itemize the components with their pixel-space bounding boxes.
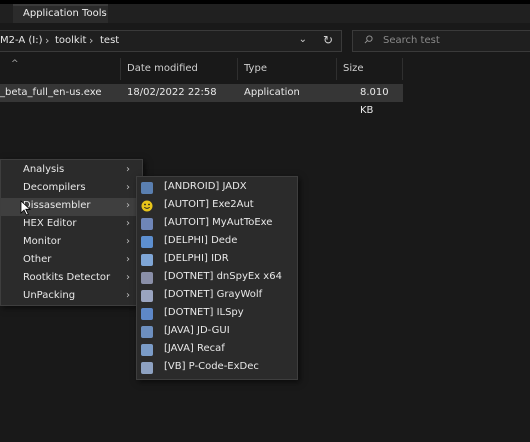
submenu-arrow-icon: › bbox=[126, 254, 130, 265]
file-date: 18/02/2022 22:58 bbox=[127, 87, 217, 98]
mouse-cursor-icon bbox=[20, 200, 32, 216]
menu-item-label: Other bbox=[23, 254, 52, 265]
submenu-item-label: [DELPHI] Dede bbox=[164, 235, 238, 246]
menu-item-decompilers[interactable]: Decompilers › bbox=[1, 180, 142, 198]
menu-item-label: UnPacking bbox=[23, 290, 76, 301]
submenu-item-ilspy[interactable]: [DOTNET] ILSpy bbox=[137, 305, 297, 323]
column-name[interactable]: ^ bbox=[0, 58, 121, 80]
ribbon-bar: Application Tools bbox=[0, 4, 530, 23]
idr-icon bbox=[141, 254, 153, 266]
submenu-item-pcode-exdec[interactable]: [VB] P-Code-ExDec bbox=[137, 359, 297, 377]
submenu-item-label: [JAVA] JD-GUI bbox=[164, 325, 230, 336]
submenu-arrow-icon: › bbox=[126, 290, 130, 301]
submenu-item-label: [VB] P-Code-ExDec bbox=[164, 361, 259, 372]
column-type[interactable]: Type bbox=[238, 58, 337, 80]
menu-item-label: Analysis bbox=[23, 164, 65, 175]
submenu-item-label: [DOTNET] dnSpyEx x64 bbox=[164, 271, 282, 282]
dnspy-icon bbox=[141, 272, 153, 284]
jdgui-icon bbox=[141, 326, 153, 338]
context-menu: Analysis › Decompilers › Dissasembler › … bbox=[0, 159, 143, 306]
menu-item-rootkits-detector[interactable]: Rootkits Detector › bbox=[1, 270, 142, 288]
address-dropdown-icon[interactable]: ⌄ bbox=[299, 34, 307, 45]
search-box[interactable]: Search test bbox=[352, 30, 530, 52]
menu-item-monitor[interactable]: Monitor › bbox=[1, 234, 142, 252]
file-type: Application bbox=[244, 87, 300, 98]
submenu-item-label: [AUTOIT] MyAutToExe bbox=[164, 217, 273, 228]
file-name: _beta_full_en-us.exe bbox=[0, 87, 102, 98]
breadcrumb-separator[interactable]: › bbox=[45, 34, 49, 47]
submenu-item-jadx[interactable]: [ANDROID] JADX bbox=[137, 179, 297, 197]
menu-item-label: Decompilers bbox=[23, 182, 86, 193]
submenu-arrow-icon: › bbox=[126, 272, 130, 283]
recaf-icon bbox=[141, 344, 153, 356]
menu-item-other[interactable]: Other › bbox=[1, 252, 142, 270]
submenu-item-dede[interactable]: [DELPHI] Dede bbox=[137, 233, 297, 251]
submenu-item-myauttoexe[interactable]: [AUTOIT] MyAutToExe bbox=[137, 215, 297, 233]
breadcrumb-toolkit[interactable]: toolkit bbox=[55, 35, 86, 46]
submenu-item-label: [ANDROID] JADX bbox=[164, 181, 247, 192]
dissasembler-submenu: [ANDROID] JADX [AUTOIT] Exe2Aut [AUTOIT]… bbox=[136, 176, 298, 380]
graywolf-icon bbox=[141, 290, 153, 302]
jadx-icon bbox=[141, 182, 153, 194]
submenu-item-dnspyex[interactable]: [DOTNET] dnSpyEx x64 bbox=[137, 269, 297, 287]
submenu-item-recaf[interactable]: [JAVA] Recaf bbox=[137, 341, 297, 359]
breadcrumb-separator[interactable]: › bbox=[89, 34, 93, 47]
menu-item-label: Dissasembler bbox=[23, 200, 91, 211]
submenu-arrow-icon: › bbox=[126, 218, 130, 229]
search-input[interactable]: Search test bbox=[383, 35, 440, 46]
menu-item-label: HEX Editor bbox=[23, 218, 77, 229]
dede-icon bbox=[141, 236, 153, 248]
menu-item-label: Monitor bbox=[23, 236, 62, 247]
smiley-icon bbox=[141, 200, 153, 212]
submenu-arrow-icon: › bbox=[126, 182, 130, 193]
submenu-item-label: [DOTNET] GrayWolf bbox=[164, 289, 263, 300]
submenu-item-label: [DELPHI] IDR bbox=[164, 253, 229, 264]
menu-item-hex-editor[interactable]: HEX Editor › bbox=[1, 216, 142, 234]
submenu-item-idr[interactable]: [DELPHI] IDR bbox=[137, 251, 297, 269]
submenu-item-label: [AUTOIT] Exe2Aut bbox=[164, 199, 254, 210]
submenu-item-label: [DOTNET] ILSpy bbox=[164, 307, 244, 318]
menu-item-label: Rootkits Detector bbox=[23, 272, 111, 283]
column-header-row: ^ Date modified Type Size bbox=[0, 58, 403, 80]
submenu-item-label: [JAVA] Recaf bbox=[164, 343, 225, 354]
pcode-icon bbox=[141, 362, 153, 374]
file-size: 8.010 KB bbox=[360, 87, 389, 116]
breadcrumb-drive[interactable]: M2-A (I:) bbox=[0, 35, 43, 46]
myauttoexe-icon bbox=[141, 218, 153, 230]
sort-ascending-icon: ^ bbox=[11, 59, 19, 69]
submenu-item-graywolf[interactable]: [DOTNET] GrayWolf bbox=[137, 287, 297, 305]
submenu-item-jdgui[interactable]: [JAVA] JD-GUI bbox=[137, 323, 297, 341]
breadcrumb-test[interactable]: test bbox=[100, 35, 119, 46]
menu-item-analysis[interactable]: Analysis › bbox=[1, 162, 142, 180]
ilspy-icon bbox=[141, 308, 153, 320]
tab-application-tools[interactable]: Application Tools bbox=[13, 4, 108, 23]
submenu-arrow-icon: › bbox=[126, 200, 130, 211]
submenu-arrow-icon: › bbox=[126, 236, 130, 247]
column-size[interactable]: Size bbox=[337, 58, 403, 80]
submenu-arrow-icon: › bbox=[126, 164, 130, 175]
file-row[interactable]: _beta_full_en-us.exe 18/02/2022 22:58 Ap… bbox=[0, 84, 403, 116]
search-icon bbox=[364, 35, 373, 44]
menu-item-unpacking[interactable]: UnPacking › bbox=[1, 288, 142, 306]
address-bar[interactable]: M2-A (I:) › toolkit › test ⌄ ↻ bbox=[0, 30, 342, 52]
column-date-modified[interactable]: Date modified bbox=[121, 58, 238, 80]
refresh-icon[interactable]: ↻ bbox=[323, 33, 333, 47]
submenu-item-exe2aut[interactable]: [AUTOIT] Exe2Aut bbox=[137, 197, 297, 215]
